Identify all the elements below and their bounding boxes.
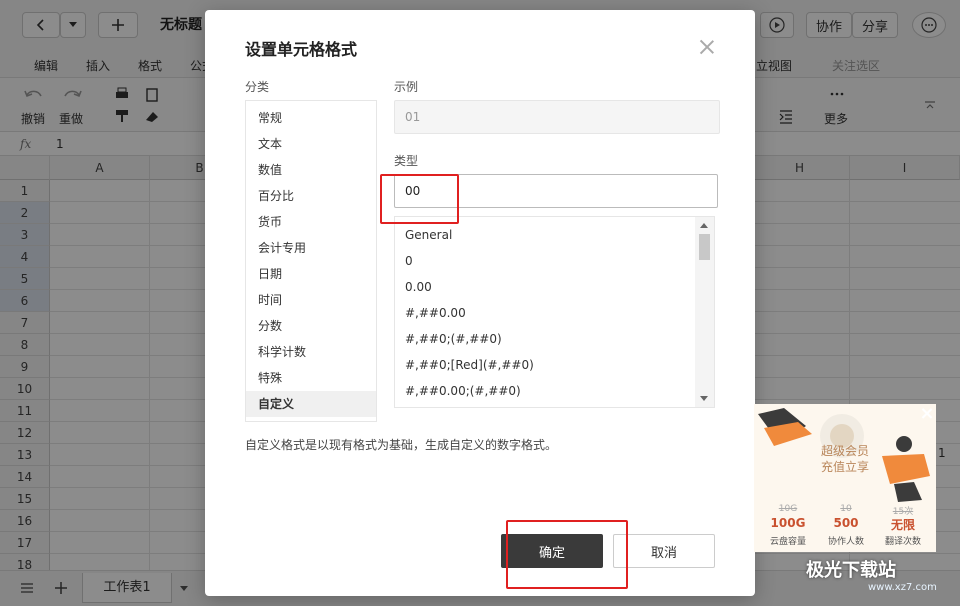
category-item[interactable]: 数值: [246, 157, 376, 183]
type-option[interactable]: General: [395, 222, 695, 248]
promo-title-line2: 充值立享: [820, 460, 869, 474]
type-label: 类型: [394, 154, 419, 168]
promo-value-1: 100G: [770, 516, 806, 530]
category-list: 常规 文本 数值 百分比 货币 会计专用 日期 时间 分数 科学计数 特殊 自定义: [245, 100, 377, 422]
category-item[interactable]: 自定义: [246, 391, 376, 417]
category-item[interactable]: 百分比: [246, 183, 376, 209]
type-input[interactable]: [394, 174, 718, 208]
promo-caption-3: 翻译次数: [884, 537, 921, 547]
format-cells-dialog: 设置单元格格式 分类 常规 文本 数值 百分比 货币 会计专用 日期 时间 分数 科学计数 特殊 自定…: [205, 10, 755, 596]
sample-label: 示例: [394, 80, 419, 94]
sample-preview: 01: [394, 100, 720, 134]
type-option[interactable]: #,##0.00;(#,##0): [395, 378, 695, 404]
confirm-button[interactable]: 确定: [501, 534, 603, 568]
category-item[interactable]: 科学计数: [246, 339, 376, 365]
category-item[interactable]: 文本: [246, 131, 376, 157]
vip-promo-ad[interactable]: 超级会员 充值立享 10G 100G 云盘容量 10 500 协作人数 15次 …: [754, 404, 936, 552]
cancel-button[interactable]: 取消: [613, 534, 715, 568]
dialog-title: 设置单元格格式: [245, 40, 358, 59]
category-item[interactable]: 特殊: [246, 365, 376, 391]
type-list-scrollbar[interactable]: [695, 217, 714, 407]
category-label: 分类: [245, 80, 270, 94]
promo-title-line1: 超级会员: [820, 444, 869, 458]
category-item[interactable]: 会计专用: [246, 235, 376, 261]
type-option[interactable]: 0.00: [395, 274, 695, 300]
promo-value-2: 500: [833, 516, 859, 530]
type-option[interactable]: #,##0.00: [395, 300, 695, 326]
promo-old-value-1: 10G: [778, 504, 798, 514]
promo-old-value-2: 10: [840, 504, 852, 514]
type-option[interactable]: #,##0;(#,##0): [395, 326, 695, 352]
ad-close-icon[interactable]: ×: [918, 405, 936, 423]
category-item[interactable]: 时间: [246, 287, 376, 313]
promo-caption-1: 云盘容量: [769, 537, 806, 547]
close-icon[interactable]: [699, 39, 715, 55]
type-format-list: General 0 0.00 #,##0.00 #,##0;(#,##0) #,##0;[…: [394, 216, 715, 408]
scroll-up-icon[interactable]: [700, 223, 708, 228]
category-item[interactable]: 常规: [246, 105, 376, 131]
scroll-thumb[interactable]: [699, 234, 710, 260]
watermark-url: www.xz7.com: [868, 582, 937, 593]
type-option[interactable]: 0: [395, 248, 695, 274]
custom-format-hint: 自定义格式是以现有格式为基础，生成自定义的数字格式。: [245, 438, 558, 452]
category-item[interactable]: 日期: [246, 261, 376, 287]
type-option[interactable]: #,##0;[Red](#,##0): [395, 352, 695, 378]
promo-value-3: 无限: [890, 518, 915, 532]
category-item[interactable]: 货币: [246, 209, 376, 235]
category-item[interactable]: 分数: [246, 313, 376, 339]
watermark-brand: 极光下载站: [806, 560, 896, 581]
promo-caption-2: 协作人数: [827, 537, 864, 547]
scroll-down-icon[interactable]: [700, 396, 708, 401]
